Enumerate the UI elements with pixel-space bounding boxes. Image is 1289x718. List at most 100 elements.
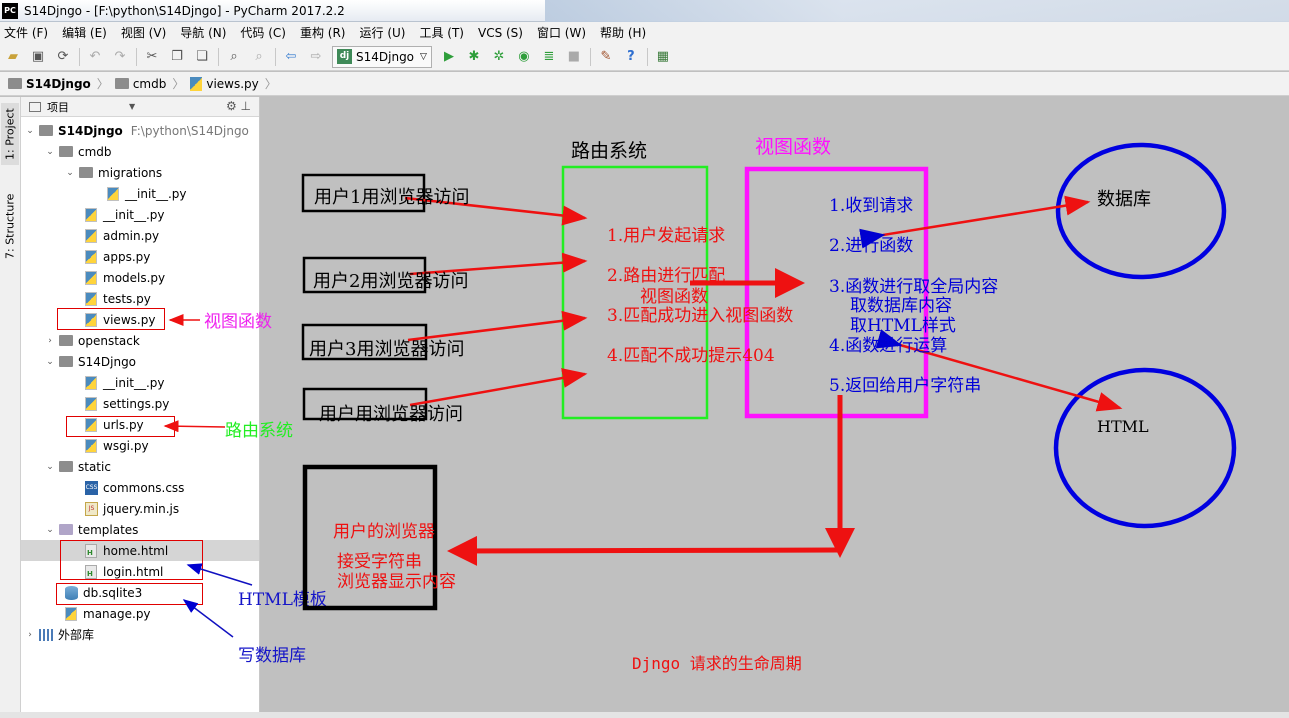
python-file-icon <box>85 396 97 411</box>
menu-code[interactable]: 代码 (C) <box>240 24 286 41</box>
menu-run[interactable]: 运行 (U) <box>360 24 406 41</box>
js-file-icon: JS <box>85 501 98 516</box>
run-icon[interactable]: ▶ <box>440 48 458 66</box>
coverage-icon[interactable]: ✲ <box>490 48 508 66</box>
replace-icon[interactable]: ⌕ <box>250 48 268 66</box>
save-icon[interactable]: ▣ <box>29 48 47 66</box>
tree-node-templates[interactable]: ⌄ templates <box>21 519 259 540</box>
folder-icon <box>59 461 73 472</box>
debug-icon[interactable]: ✱ <box>465 48 483 66</box>
tree-node-s14djngo[interactable]: ⌄ S14Djngo <box>21 351 259 372</box>
templates-folder-icon <box>59 524 73 535</box>
folder-icon <box>39 125 53 136</box>
chevron-down-icon[interactable]: ▼ <box>129 102 135 111</box>
tree-node-openstack[interactable]: › openstack <box>21 330 259 351</box>
folder-icon <box>8 78 22 89</box>
undo-icon[interactable]: ↶ <box>86 48 104 66</box>
sync-icon[interactable]: ⟳ <box>54 48 72 66</box>
menu-bar: 文件 (F) 编辑 (E) 视图 (V) 导航 (N) 代码 (C) 重构 (R… <box>0 22 1289 43</box>
tree-file-commons-css[interactable]: CSS commons.css <box>21 477 259 498</box>
find-icon[interactable]: ⌕ <box>225 48 243 66</box>
diagram-caption: Djngo 请求的生命周期 <box>632 654 802 673</box>
python-console-icon[interactable]: ▦ <box>654 48 672 66</box>
menu-tools[interactable]: 工具 (T) <box>419 24 464 41</box>
browser-line-1: 用户的浏览器 <box>333 522 435 542</box>
user4-label: 用户用浏览器访问 <box>319 404 463 425</box>
toolbar-separator <box>275 47 276 66</box>
crumb-cmdb[interactable]: cmdb <box>114 77 166 91</box>
project-view-select[interactable]: 项目 <box>47 99 69 115</box>
expanded-arrow-icon[interactable]: ⌄ <box>65 168 75 178</box>
python-file-icon <box>65 606 77 621</box>
expanded-arrow-icon[interactable]: ⌄ <box>45 462 55 472</box>
tree-file-admin[interactable]: admin.py <box>21 225 259 246</box>
expanded-arrow-icon[interactable]: ⌄ <box>45 525 55 535</box>
tree-node-static[interactable]: ⌄ static <box>21 456 259 477</box>
crumb-separator: 〉 <box>264 77 277 91</box>
router-step-1: 1.用户发起请求 <box>607 226 726 246</box>
menu-vcs[interactable]: VCS (S) <box>478 26 523 40</box>
menu-file[interactable]: 文件 (F) <box>4 24 48 41</box>
chevron-down-icon: ▽ <box>420 51 427 62</box>
panel-settings-gear-icon[interactable]: ⚙ ⊥ <box>226 99 251 113</box>
tree-file-s14-init[interactable]: __init__.py <box>21 372 259 393</box>
tree-node-external-libs[interactable]: › 外部库 <box>21 624 259 645</box>
menu-view[interactable]: 视图 (V) <box>121 24 166 41</box>
tree-file-tests[interactable]: tests.py <box>21 288 259 309</box>
tree-file-apps[interactable]: apps.py <box>21 246 259 267</box>
expanded-arrow-icon[interactable]: ⌄ <box>45 357 55 367</box>
forward-icon[interactable]: ⇨ <box>307 48 325 66</box>
tree-file-jquery[interactable]: JS jquery.min.js <box>21 498 259 519</box>
run-config-select[interactable]: dj S14Djngo ▽ <box>332 45 432 68</box>
python-file-icon <box>85 375 97 390</box>
annotation-db: 写数据库 <box>238 646 306 666</box>
redo-icon[interactable]: ↷ <box>111 48 129 66</box>
expanded-arrow-icon[interactable]: ⌄ <box>45 147 55 157</box>
menu-edit[interactable]: 编辑 (E) <box>62 24 107 41</box>
open-folder-icon[interactable]: ▰ <box>4 48 22 66</box>
menu-refactor[interactable]: 重构 (R) <box>300 24 346 41</box>
copy-icon[interactable]: ❐ <box>168 48 186 66</box>
toolbar-separator <box>589 47 591 66</box>
paste-icon[interactable]: ❏ <box>193 48 211 66</box>
tree-file-migrations-init[interactable]: __init__.py <box>21 183 259 204</box>
python-file-icon <box>85 291 97 306</box>
menu-navigate[interactable]: 导航 (N) <box>180 24 226 41</box>
annotation-urls: 路由系统 <box>225 421 293 441</box>
tree-file-manage[interactable]: manage.py <box>21 603 259 624</box>
project-tool-tab[interactable]: 1: Project <box>1 103 19 165</box>
crumb-project[interactable]: S14Djngo <box>8 77 91 91</box>
tree-file-cmdb-init[interactable]: __init__.py <box>21 204 259 225</box>
settings-wrench-icon[interactable]: ✎ <box>597 48 615 66</box>
router-title: 路由系统 <box>571 140 648 162</box>
tree-file-models[interactable]: models.py <box>21 267 259 288</box>
expanded-arrow-icon[interactable]: ⌄ <box>25 126 35 136</box>
menu-help[interactable]: 帮助 (H) <box>600 24 646 41</box>
stop-icon[interactable]: ■ <box>565 48 583 66</box>
toolbar-separator <box>136 47 137 66</box>
cut-icon[interactable]: ✂ <box>143 48 161 66</box>
collapsed-arrow-icon[interactable]: › <box>45 336 55 346</box>
view-step-5: 5.返回给用户字符串 <box>829 376 982 396</box>
tree-file-settings[interactable]: settings.py <box>21 393 259 414</box>
tool-window-strip: 1: Project 7: Structure <box>0 97 21 718</box>
run-config-label: S14Djngo <box>356 49 415 64</box>
project-view-icon <box>29 101 41 112</box>
crumb-views[interactable]: views.py <box>190 76 259 91</box>
html-label: HTML <box>1097 417 1149 436</box>
main-toolbar: ▰ ▣ ⟳ ↶ ↷ ✂ ❐ ❏ ⌕ ⌕ ⇦ ⇨ dj S14Djngo ▽ ▶ … <box>0 43 1289 71</box>
back-icon[interactable]: ⇦ <box>282 48 300 66</box>
tree-node-migrations[interactable]: ⌄ migrations <box>21 162 259 183</box>
help-icon[interactable]: ? <box>622 48 640 66</box>
tree-node-root[interactable]: ⌄ S14Djngo F:\python\S14Djngo <box>21 120 259 141</box>
structure-tool-tab[interactable]: 7: Structure <box>1 187 19 265</box>
menu-window[interactable]: 窗口 (W) <box>537 24 586 41</box>
tree-node-cmdb[interactable]: ⌄ cmdb <box>21 141 259 162</box>
concurrency-icon[interactable]: ≣ <box>540 48 558 66</box>
collapsed-arrow-icon[interactable]: › <box>25 630 35 640</box>
window-title: S14Djngo - [F:\python\S14Djngo] - PyChar… <box>24 3 345 18</box>
user3-label: 用户3用浏览器访问 <box>309 339 465 360</box>
toolbar-separator <box>79 47 80 66</box>
tree-file-wsgi[interactable]: wsgi.py <box>21 435 259 456</box>
profile-icon[interactable]: ◉ <box>515 48 533 66</box>
